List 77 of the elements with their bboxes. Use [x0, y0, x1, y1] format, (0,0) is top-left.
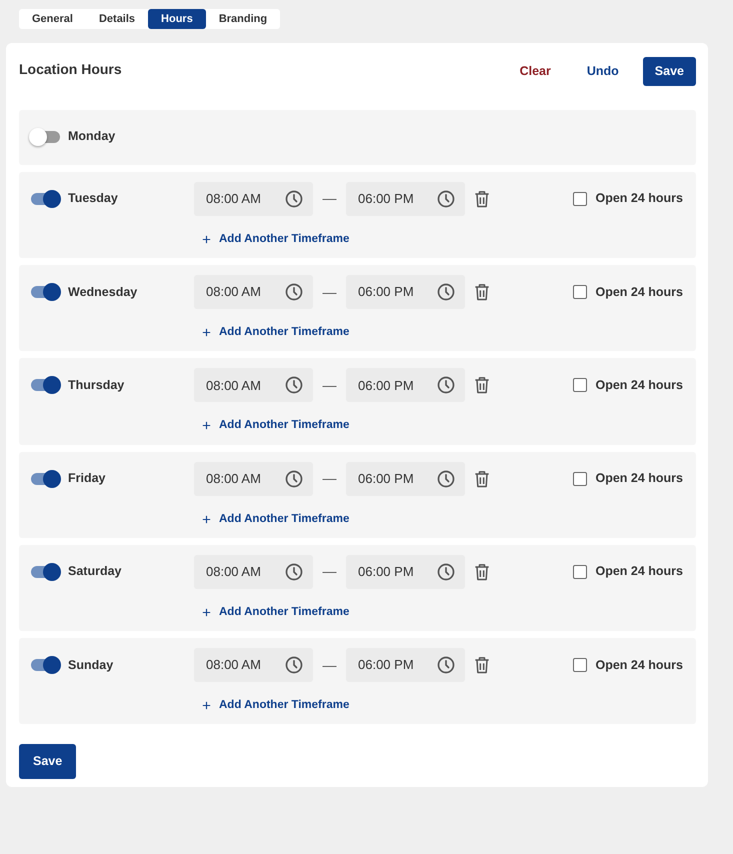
- time-field[interactable]: 08:00 AM: [194, 182, 313, 216]
- day-label: Sunday: [68, 656, 114, 674]
- save-button[interactable]: Save: [19, 744, 76, 779]
- panel-title: Location Hours: [19, 61, 122, 78]
- toggle-switch[interactable]: [31, 659, 60, 671]
- plus-icon: [201, 234, 212, 245]
- checkbox[interactable]: [573, 564, 588, 579]
- day-label: Saturday: [68, 563, 122, 580]
- time-field[interactable]: 06:00 PM: [346, 275, 465, 309]
- add-timeframe-link[interactable]: Add Another Timeframe: [201, 417, 350, 434]
- plus-icon: [201, 700, 212, 712]
- time-field[interactable]: 06:00 PM: [346, 462, 465, 496]
- tab[interactable]: General: [19, 9, 86, 29]
- toggle-switch[interactable]: [31, 379, 60, 392]
- clock-icon: [436, 468, 456, 488]
- toggle-switch[interactable]: [31, 566, 60, 578]
- clock-icon: [436, 562, 456, 582]
- add-timeframe-link[interactable]: Add Another Timeframe: [201, 604, 350, 621]
- dash-separator: —: [322, 562, 338, 582]
- time-field[interactable]: 06:00 PM: [346, 648, 465, 682]
- dash-separator: —: [322, 282, 338, 302]
- clock-icon: [436, 375, 456, 396]
- time-field[interactable]: 06:00 PM: [346, 368, 465, 402]
- checkbox-label: Open 24 hours: [595, 563, 683, 580]
- clock-icon: [436, 188, 456, 209]
- time-field[interactable]: 06:00 PM: [346, 182, 465, 216]
- time-field[interactable]: 08:00 AM: [194, 368, 313, 402]
- undo-button[interactable]: Undo: [574, 57, 631, 86]
- checkbox-label: Open 24 hours: [595, 470, 683, 488]
- day-label: Thursday: [68, 376, 124, 394]
- clock-icon: [436, 282, 456, 302]
- toggle-switch[interactable]: [31, 192, 60, 205]
- dash-separator: —: [322, 376, 338, 395]
- dash-separator: —: [322, 469, 338, 488]
- checkbox-label: Open 24 hours: [595, 656, 683, 674]
- checkbox[interactable]: [573, 192, 588, 206]
- day-label: Tuesday: [68, 190, 118, 208]
- dash-separator: —: [322, 189, 338, 208]
- time-field[interactable]: 08:00 AM: [194, 275, 313, 309]
- save-button[interactable]: Save: [642, 57, 696, 86]
- checkbox-label: Open 24 hours: [595, 190, 683, 208]
- tab[interactable]: Branding: [206, 9, 280, 29]
- clock-icon: [284, 375, 304, 396]
- plus-icon: [201, 514, 212, 525]
- dash-separator: —: [322, 656, 338, 674]
- toggle-switch[interactable]: [31, 286, 60, 298]
- plus-icon: [201, 420, 212, 432]
- checkbox[interactable]: [573, 472, 588, 486]
- plus-icon: [201, 606, 212, 618]
- add-timeframe-link[interactable]: Add Another Timeframe: [201, 697, 350, 714]
- add-timeframe-link[interactable]: Add Another Timeframe: [201, 324, 350, 342]
- time-field[interactable]: 08:00 AM: [194, 648, 313, 682]
- checkbox[interactable]: [573, 658, 588, 672]
- tab[interactable]: Hours: [148, 9, 206, 29]
- time-field[interactable]: 08:00 AM: [194, 462, 313, 496]
- clock-icon: [284, 562, 304, 582]
- checkbox[interactable]: [573, 285, 588, 299]
- toggle-switch[interactable]: [31, 130, 60, 143]
- clock-icon: [284, 282, 304, 302]
- clock-icon: [284, 188, 304, 209]
- day-label: Wednesday: [68, 284, 138, 301]
- time-field[interactable]: 08:00 AM: [194, 554, 313, 589]
- plus-icon: [201, 327, 212, 338]
- clock-icon: [436, 655, 456, 675]
- day-label: Monday: [68, 128, 116, 146]
- clock-icon: [284, 468, 304, 488]
- checkbox-label: Open 24 hours: [595, 376, 683, 394]
- clear-button[interactable]: Clear: [508, 57, 563, 86]
- add-timeframe-link[interactable]: Add Another Timeframe: [201, 510, 350, 528]
- toggle-switch[interactable]: [31, 472, 60, 484]
- checkbox-label: Open 24 hours: [595, 284, 683, 301]
- clock-icon: [284, 655, 304, 675]
- add-timeframe-link[interactable]: Add Another Timeframe: [201, 230, 350, 248]
- time-field[interactable]: 06:00 PM: [346, 554, 465, 589]
- tab[interactable]: Details: [86, 9, 148, 29]
- day-label: Friday: [68, 470, 106, 488]
- checkbox[interactable]: [573, 378, 588, 392]
